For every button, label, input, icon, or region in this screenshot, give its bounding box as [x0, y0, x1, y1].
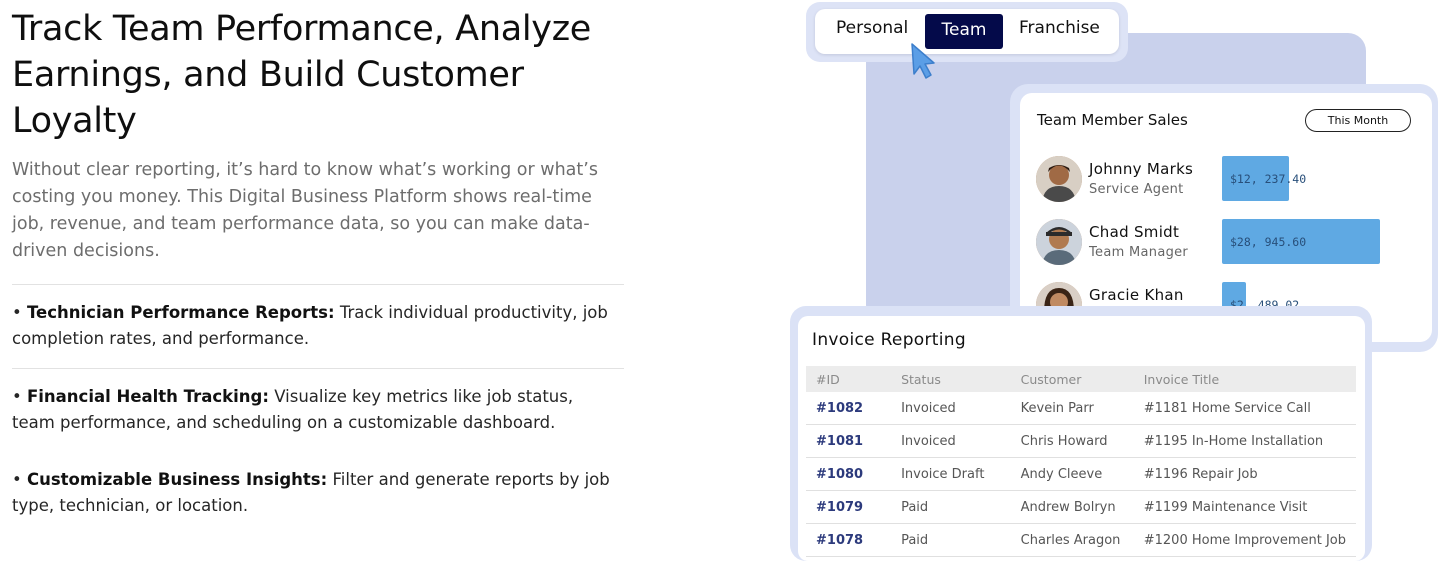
invoice-id: #1079: [806, 490, 892, 524]
invoice-customer: Charles Aragon: [1010, 523, 1134, 557]
table-row[interactable]: #1081 Invoiced Chris Howard #1195 In-Hom…: [806, 424, 1356, 458]
page-headline: Track Team Performance, Analyze Earnings…: [12, 9, 592, 141]
toggle-personal[interactable]: Personal: [836, 18, 908, 38]
intro-paragraph: Without clear reporting, it’s hard to kn…: [12, 160, 598, 261]
column-header-id: #ID: [806, 366, 892, 392]
column-header-customer: Customer: [1010, 366, 1134, 392]
divider: [12, 368, 624, 369]
invoice-title-cell: #1196 Repair Job: [1133, 457, 1356, 491]
team-member-sales-card: Team Member Sales This Month Johnny Mark…: [1020, 93, 1432, 342]
invoice-title-cell: #1195 In-Home Installation: [1133, 424, 1356, 458]
member-name: Chad Smidt: [1089, 223, 1180, 241]
invoice-customer: Andrew Bolryn: [1010, 490, 1134, 524]
invoice-id: #1082: [806, 392, 892, 425]
toggle-franchise[interactable]: Franchise: [1019, 18, 1100, 38]
invoice-status: Paid: [891, 523, 1011, 557]
feature-item: • Financial Health Tracking: Visualize k…: [12, 387, 574, 432]
invoice-status: Invoiced: [891, 424, 1011, 458]
table-row[interactable]: #1079 Paid Andrew Bolryn #1199 Maintenan…: [806, 490, 1356, 524]
sales-member-row: Johnny Marks Service Agent $12, 237.40: [1036, 156, 1426, 204]
invoice-id: #1078: [806, 523, 892, 557]
invoice-reporting-card: Invoice Reporting #ID Status Customer In…: [798, 316, 1365, 561]
feature-title: Technician Performance Reports:: [26, 303, 335, 322]
table-row[interactable]: #1082 Invoiced Kevein Parr #1181 Home Se…: [806, 392, 1356, 425]
member-name: Johnny Marks: [1089, 160, 1194, 178]
divider: [12, 284, 624, 285]
invoice-table: #ID Status Customer Invoice Title #1082 …: [806, 366, 1356, 557]
invoice-id: #1081: [806, 424, 892, 458]
member-role: Service Agent: [1089, 182, 1184, 197]
table-row[interactable]: #1078 Paid Charles Aragon #1200 Home Imp…: [806, 523, 1356, 557]
feature-item: • Technician Performance Reports: Track …: [12, 303, 608, 348]
member-name: Gracie Khan: [1089, 286, 1184, 304]
feature-item: • Customizable Business Insights: Filter…: [12, 470, 610, 515]
invoice-title: Invoice Reporting: [812, 330, 966, 350]
invoice-title-cell: #1181 Home Service Call: [1133, 392, 1356, 425]
member-role: Team Manager: [1089, 245, 1189, 260]
sales-amount: $28, 945.60: [1230, 235, 1307, 249]
feature-title: Customizable Business Insights:: [26, 470, 328, 489]
sales-amount: $12, 237.40: [1230, 172, 1307, 186]
invoice-customer: Kevein Parr: [1010, 392, 1134, 425]
table-header-row: #ID Status Customer Invoice Title: [806, 366, 1356, 392]
invoice-customer: Andy Cleeve: [1010, 457, 1134, 491]
invoice-title-cell: #1199 Maintenance Visit: [1133, 490, 1356, 524]
invoice-status: Invoiced: [891, 392, 1011, 425]
sales-title: Team Member Sales: [1037, 111, 1188, 129]
avatar: [1036, 219, 1082, 265]
column-header-status: Status: [891, 366, 1011, 392]
avatar: [1036, 156, 1082, 202]
feature-title: Financial Health Tracking:: [26, 387, 269, 406]
invoice-status: Paid: [891, 490, 1011, 524]
sales-member-row: Chad Smidt Team Manager $28, 945.60: [1036, 219, 1426, 267]
column-header-invoice-title: Invoice Title: [1133, 366, 1356, 392]
invoice-id: #1080: [806, 457, 892, 491]
period-select[interactable]: This Month: [1305, 109, 1411, 132]
invoice-customer: Chris Howard: [1010, 424, 1134, 458]
invoice-status: Invoice Draft: [891, 457, 1011, 491]
table-row[interactable]: #1080 Invoice Draft Andy Cleeve #1196 Re…: [806, 457, 1356, 491]
cursor-pointer-icon: [911, 43, 935, 79]
invoice-title-cell: #1200 Home Improvement Job: [1133, 523, 1356, 557]
